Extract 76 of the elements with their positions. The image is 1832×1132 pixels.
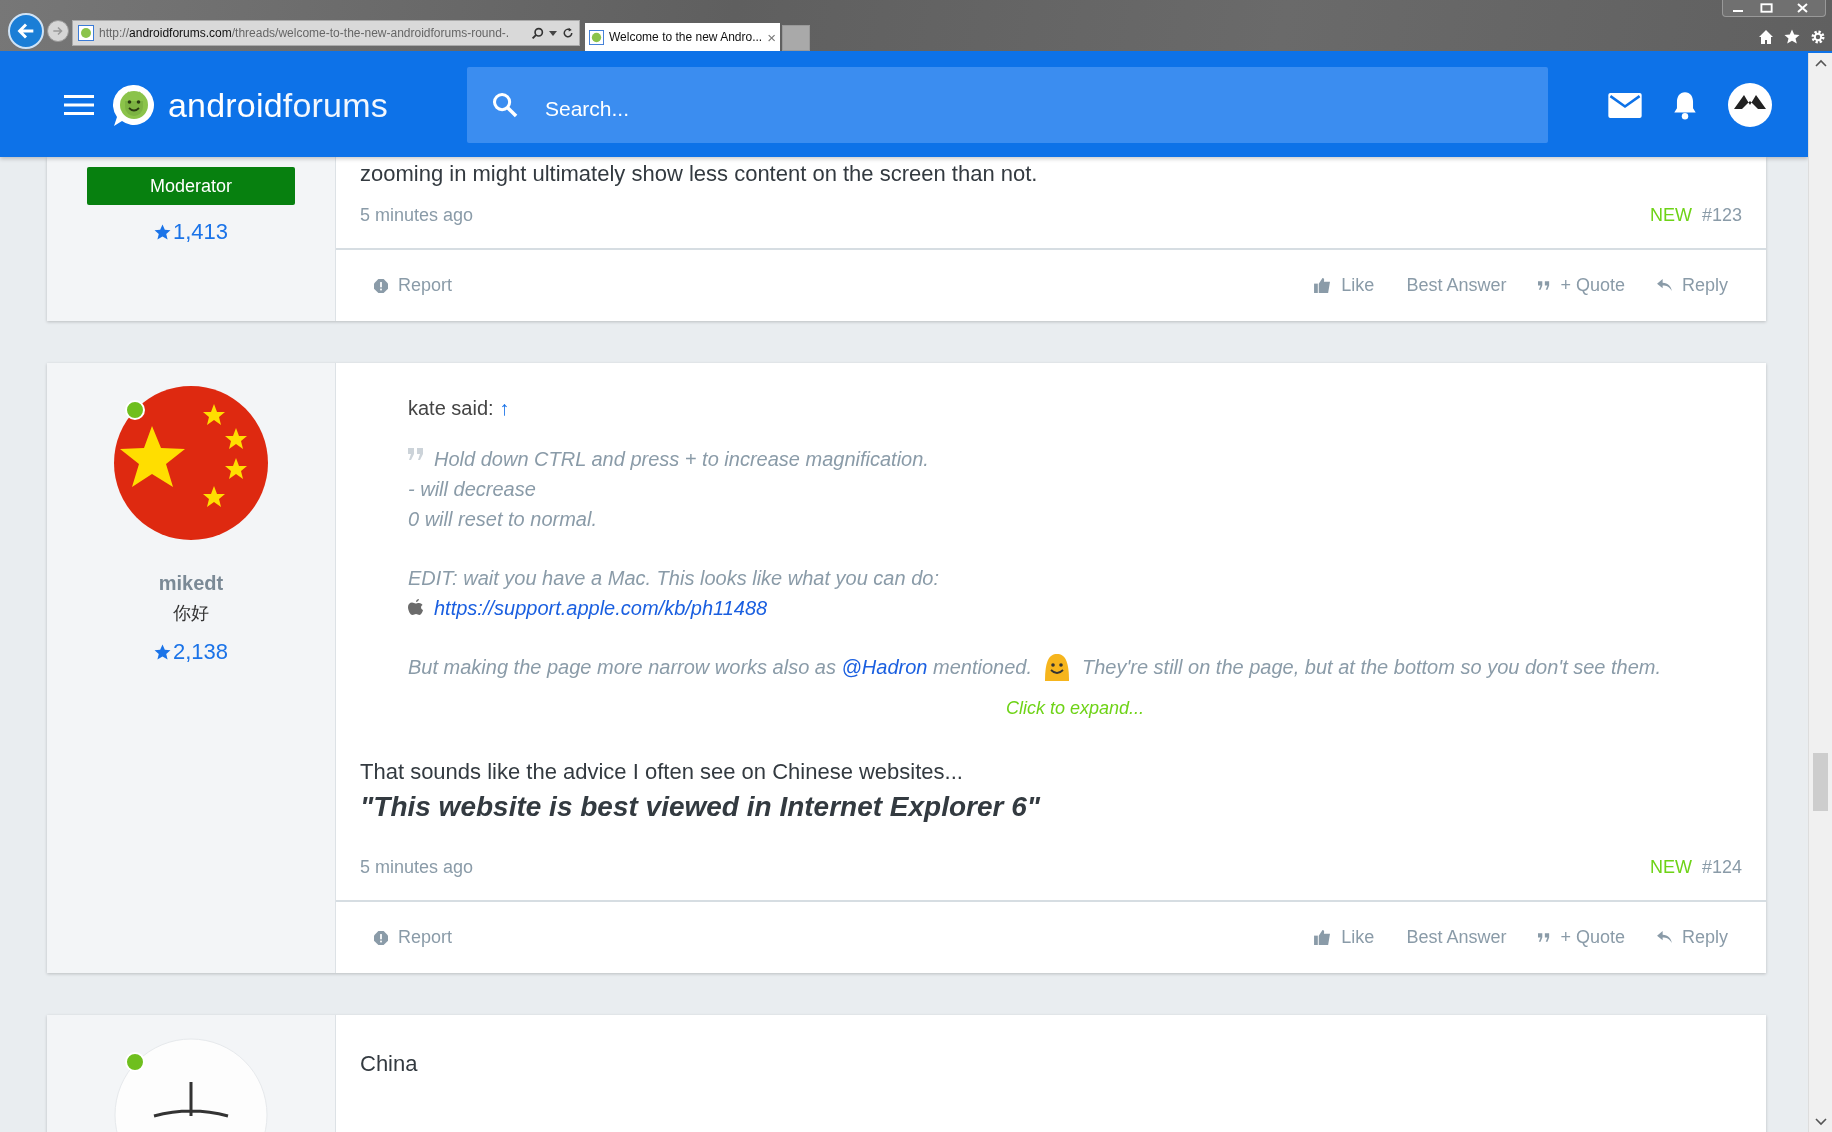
mail-icon[interactable] [1608,92,1642,118]
post-text: China [360,1050,419,1078]
scrollbar[interactable] [1808,53,1832,1132]
star-icon[interactable] [1784,29,1800,45]
user-title: 你好 [173,602,209,625]
forward-arrow-icon [51,24,65,38]
quote-line: They're still on the page, but at the bottom so you don't see them. [1081,655,1662,680]
post-quote-text: "This website is best viewed in Internet Explorer 6" [360,791,1042,823]
post-time[interactable]: 5 minutes ago [360,857,474,878]
jump-to-post-link[interactable]: ↑ [499,397,510,419]
report-button[interactable]: Report [374,927,453,948]
mention-link[interactable]: @Hadron [841,656,928,678]
reply-arrow-icon [1656,931,1672,944]
click-to-expand-link[interactable]: Click to expand... [1005,698,1145,718]
thumbs-up-icon [1314,278,1332,293]
quote-button[interactable]: + Quote [1538,927,1625,948]
flag-avatar[interactable] [114,386,268,540]
like-button[interactable]: Like [1314,927,1375,948]
scroll-up-icon[interactable] [1814,59,1827,67]
android-logo-icon[interactable] [112,83,156,127]
site-logo-text[interactable]: androidforums [168,85,388,125]
url-text: http://androidforums.com/threads/welcome-to-the-new-androidforums-round-. [99,26,511,40]
quote-line: Hold down CTRL and press + to increase magnification. [434,447,929,472]
settings-icon[interactable] [1810,29,1826,45]
best-answer-button[interactable]: Best Answer [1406,927,1507,948]
search-field[interactable]: Search... [467,67,1548,143]
quote-mark-icon [408,448,424,460]
browser-tab[interactable]: Welcome to the new Andro... × [585,23,780,51]
forward-button[interactable] [47,20,69,42]
star-icon [153,223,171,241]
site-favicon [78,25,94,41]
reply-button[interactable]: Reply [1656,927,1728,948]
user-points[interactable]: 2,138 [153,639,229,665]
quote-mark-icon [1538,933,1551,942]
star-icon [153,643,171,661]
apple-icon [408,599,424,617]
post-number-link[interactable]: #124 [1701,857,1742,878]
home-icon[interactable] [1758,29,1774,45]
post-number-link[interactable]: #123 [1701,205,1742,226]
username-link[interactable]: mikedt [158,572,224,595]
reply-arrow-icon [1656,279,1672,292]
quote-line: But making the page more narrow works also as @Hadron mentioned. [408,655,1032,680]
post-text: That sounds like the advice I often see on Chinese websites... [360,758,964,786]
site-favicon [589,29,604,45]
post-time[interactable]: 5 minutes ago [360,205,474,226]
notification-bell-icon[interactable] [1672,90,1698,120]
address-bar[interactable]: http://androidforums.com/threads/welcome-to-the-new-androidforums-round-. [72,20,580,46]
scrollbar-thumb[interactable] [1813,753,1828,811]
user-points[interactable]: 1,413 [153,219,229,245]
alert-icon [374,278,388,293]
new-label: NEW [1649,857,1692,878]
quote-button[interactable]: + Quote [1538,275,1625,296]
post-text: zooming in might ultimately show less content on the screen than not. [360,160,1039,188]
reply-button[interactable]: Reply [1656,275,1728,296]
moderator-label: Moderator [87,167,295,205]
thumbs-up-icon [1314,930,1332,945]
search-icon[interactable] [531,26,544,40]
quote-line: EDIT: wait you have a Mac. This looks like what you can do: [408,566,939,591]
new-label: NEW [1649,205,1692,226]
quote-line: 0 will reset to normal. [408,507,597,532]
report-button[interactable]: Report [374,275,453,296]
support-link[interactable]: https://support.apple.com/kb/ph11488 [434,593,768,623]
user-avatar-icon[interactable] [1728,83,1772,127]
like-button[interactable]: Like [1314,275,1375,296]
tab-title: Welcome to the new Andro... [609,30,763,44]
dropdown-caret-icon[interactable] [549,30,557,36]
tab-close-button[interactable]: × [767,28,776,46]
quote-author: kate said: [408,397,494,419]
menu-icon[interactable] [64,94,94,116]
scroll-down-icon[interactable] [1814,1118,1827,1126]
best-answer-button[interactable]: Best Answer [1406,275,1507,296]
refresh-icon[interactable] [562,27,574,39]
quote-mark-icon [1538,281,1551,290]
back-button[interactable] [8,13,44,49]
quote-line: - will decrease [408,477,536,502]
alert-icon [374,930,388,945]
